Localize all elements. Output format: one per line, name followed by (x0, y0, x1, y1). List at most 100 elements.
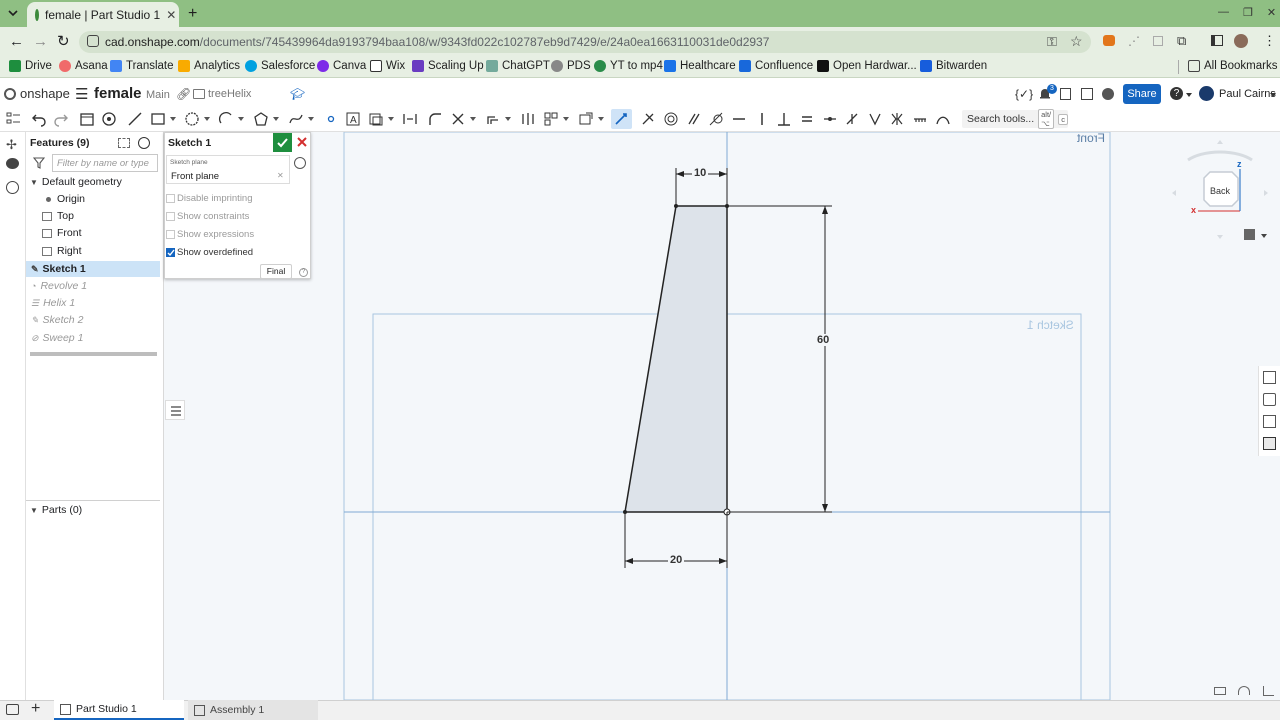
fillet-tool-icon[interactable] (427, 111, 443, 127)
offset-tool-icon[interactable] (485, 111, 501, 127)
sketch-list-icon[interactable] (165, 400, 185, 420)
close-icon[interactable]: ✕ (166, 8, 176, 22)
rectangle-tool-icon[interactable] (150, 111, 166, 127)
tree-sweep-1[interactable]: ⊘ Sweep 1 (26, 330, 160, 346)
tab-assembly-1[interactable]: Assembly 1 (188, 700, 318, 720)
arc-tool-icon[interactable] (218, 111, 234, 127)
disable-imprinting-checkbox[interactable] (166, 194, 175, 203)
password-key-icon[interactable]: ⚿ (1047, 34, 1057, 50)
point-tool-icon[interactable] (323, 111, 339, 127)
bookmark-pds[interactable]: PDS (551, 60, 591, 72)
variables-icon[interactable]: {✓} (1015, 87, 1033, 101)
browser-tab[interactable]: female | Part Studio 1 ✕ (27, 2, 179, 27)
user-avatar-icon[interactable] (1199, 86, 1214, 101)
branch-name[interactable]: Main (146, 89, 170, 101)
tree-right-plane[interactable]: Right (26, 243, 160, 259)
trim-caret-icon[interactable] (470, 117, 476, 121)
help-icon[interactable]: ? (1170, 87, 1183, 100)
undo-icon[interactable] (31, 111, 47, 127)
offset-caret-icon[interactable] (505, 117, 511, 121)
add-tab-icon[interactable]: + (31, 700, 40, 718)
add-folder-icon[interactable] (118, 138, 130, 148)
url-text[interactable]: cad.onshape.com/documents/745439964da919… (105, 35, 769, 49)
bookmark-asana[interactable]: Asana (59, 60, 108, 72)
new-tab-button[interactable]: + (188, 5, 197, 23)
app-store-icon[interactable] (1081, 88, 1093, 100)
side-panel-icon[interactable] (1211, 35, 1223, 46)
curvature-tool-icon[interactable] (935, 111, 951, 127)
construction-caret-icon[interactable] (388, 117, 394, 121)
dimension-bottom-width[interactable]: 20 (668, 554, 685, 566)
bookmark-wix[interactable]: Wix (370, 60, 405, 72)
bookmark-yt-to-mp4[interactable]: YT to mp4 (594, 60, 663, 72)
tree-revolve-1[interactable]: ◔ Revolve 1 (26, 278, 160, 294)
profile-avatar[interactable] (1234, 34, 1248, 48)
pierce-tool-icon[interactable] (867, 111, 883, 127)
clear-plane-icon[interactable]: ✕ (277, 171, 284, 180)
tree-top-plane[interactable]: Top (26, 208, 160, 224)
regenerate-icon[interactable] (101, 111, 117, 127)
tab-manager-icon[interactable] (6, 704, 19, 715)
transform-tool-icon[interactable] (578, 111, 594, 127)
concentric-tool-icon[interactable] (663, 111, 679, 127)
circle-tool-icon[interactable] (184, 111, 200, 127)
user-name[interactable]: Paul Cairns (1219, 88, 1276, 100)
extension-icon[interactable]: ⋰ (1128, 34, 1140, 48)
rollback-timer-icon[interactable] (138, 137, 150, 149)
extensions-puzzle-icon[interactable]: ⧉ (1177, 33, 1186, 49)
use-tool-icon[interactable] (402, 111, 418, 127)
view-cube-face-label[interactable]: Back (1210, 186, 1230, 196)
grid-snap-icon[interactable] (1263, 686, 1274, 696)
line-tool-icon[interactable] (127, 111, 143, 127)
measure-icon[interactable] (1214, 687, 1226, 695)
final-button[interactable]: Final (260, 264, 292, 279)
appearance-panel-icon[interactable] (1263, 371, 1276, 384)
bookmark-open-hardware[interactable]: Open Hardwar... (817, 60, 917, 72)
rollback-bar[interactable] (30, 352, 157, 356)
bookmark-healthcare[interactable]: Healthcare (664, 60, 736, 72)
coincident-tool-icon[interactable] (640, 111, 656, 127)
filter-icon[interactable] (33, 157, 45, 169)
parallel-tool-icon[interactable] (686, 111, 702, 127)
redo-icon[interactable] (53, 111, 69, 127)
bookmark-star-icon[interactable]: ☆ (1070, 33, 1083, 50)
construction-tool-icon[interactable] (368, 111, 384, 127)
tree-helix-1[interactable]: ☰ Helix 1 (26, 295, 160, 311)
all-bookmarks[interactable]: All Bookmarks (1188, 60, 1278, 72)
pattern-caret-icon[interactable] (563, 117, 569, 121)
pattern-tool-icon[interactable] (543, 111, 559, 127)
dome-icon[interactable] (1238, 686, 1250, 695)
tree-parts[interactable]: ▼ Parts (0) (26, 502, 160, 518)
perpendicular-tool-icon[interactable] (776, 111, 792, 127)
midpoint-tool-icon[interactable] (822, 111, 838, 127)
tree-origin[interactable]: Origin (26, 191, 160, 207)
finish-sketch-icon[interactable] (79, 111, 95, 127)
extension-square-icon[interactable] (1153, 36, 1163, 46)
tree-sketch-2[interactable]: ✎ Sketch 2 (26, 312, 160, 328)
tree-default-geometry[interactable]: ▼ Default geometry (26, 174, 160, 190)
bookmark-confluence[interactable]: Confluence (739, 60, 813, 72)
feature-list-toggle-icon[interactable] (6, 111, 21, 126)
show-constraints-checkbox[interactable] (166, 212, 175, 221)
search-tools-field[interactable]: Search tools... alt/⌥ c (962, 109, 1068, 129)
symmetric-tool-icon[interactable] (889, 111, 905, 127)
arc-caret-icon[interactable] (238, 117, 244, 121)
bookmark-canva[interactable]: Canva (317, 60, 366, 72)
site-info-icon[interactable] (87, 35, 99, 47)
fix-tool-icon[interactable] (912, 111, 928, 127)
bookmark-salesforce[interactable]: Salesforce (245, 60, 315, 72)
release-icon[interactable] (1060, 88, 1071, 100)
mate-connector-icon[interactable] (1263, 393, 1276, 406)
add-feature-icon[interactable]: ✢ (6, 137, 17, 153)
show-expressions-checkbox[interactable] (166, 230, 175, 239)
back-icon[interactable]: ← (9, 33, 24, 50)
link-icon[interactable]: 🔗︎ (176, 87, 191, 101)
confirm-button[interactable] (273, 133, 292, 152)
bookmark-chatgpt[interactable]: ChatGPT (486, 60, 550, 72)
dimension-tool-button[interactable] (611, 109, 632, 129)
show-overdefined-checkbox[interactable] (166, 248, 175, 257)
tab-part-studio-1[interactable]: Part Studio 1 (54, 700, 184, 720)
help-icon[interactable]: ? (299, 268, 308, 277)
bookmark-scaling-up[interactable]: Scaling Up (412, 60, 484, 72)
history-icon[interactable] (6, 181, 19, 194)
